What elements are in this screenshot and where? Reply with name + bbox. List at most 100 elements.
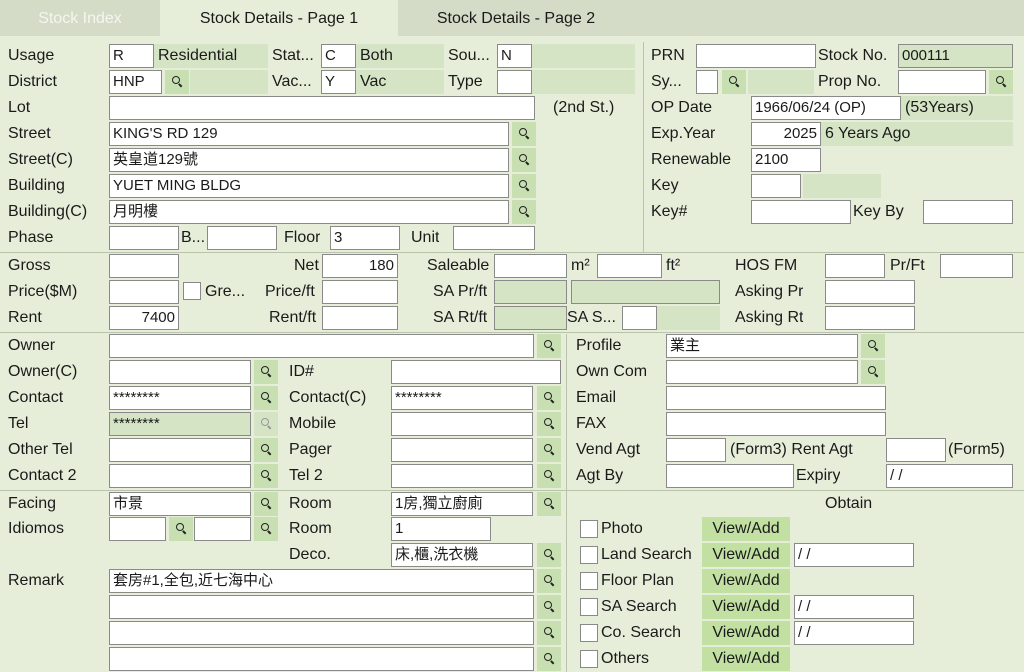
usage-input[interactable]: R: [109, 44, 154, 68]
pager-input[interactable]: [391, 438, 533, 462]
rent-ft-input[interactable]: [322, 306, 398, 330]
contact-2-search-icon[interactable]: [254, 464, 278, 488]
contact-search-icon[interactable]: [254, 386, 278, 410]
facing-search-icon[interactable]: [254, 492, 278, 516]
rent-input[interactable]: 7400: [109, 306, 179, 330]
profile-search-icon[interactable]: [861, 334, 885, 358]
contact-c-input[interactable]: ********: [391, 386, 533, 410]
land-search-date-input[interactable]: / /: [794, 543, 914, 567]
other-tel-input[interactable]: [109, 438, 251, 462]
room-count-input[interactable]: 1: [391, 517, 491, 541]
fax-input[interactable]: [666, 412, 886, 436]
co-search-date-input[interactable]: / /: [794, 621, 914, 645]
tab-stock-details-page-2[interactable]: Stock Details - Page 2: [398, 0, 634, 36]
floor-plan-checkbox[interactable]: [580, 572, 598, 590]
remark-line-3[interactable]: [109, 621, 534, 645]
building-c-input[interactable]: 月明樓: [109, 200, 509, 224]
hos-fm-input[interactable]: [825, 254, 885, 278]
idiomos-2-search-icon[interactable]: [254, 517, 278, 541]
street-c-search-icon[interactable]: [512, 148, 536, 172]
street-input[interactable]: KING'S RD 129: [109, 122, 509, 146]
contact-2-input[interactable]: [109, 464, 251, 488]
room-input[interactable]: 1房,獨立廚廁: [391, 492, 533, 516]
price-input[interactable]: [109, 280, 179, 304]
net-input[interactable]: 180: [322, 254, 398, 278]
prop-no-search-icon[interactable]: [989, 70, 1013, 94]
pr-ft-input[interactable]: [940, 254, 1013, 278]
sa-search-checkbox[interactable]: [580, 598, 598, 616]
sy-input[interactable]: [696, 70, 718, 94]
street-search-icon[interactable]: [512, 122, 536, 146]
saleable-ft2-input[interactable]: [597, 254, 662, 278]
remark-2-search-icon[interactable]: [537, 595, 561, 619]
mobile-input[interactable]: [391, 412, 533, 436]
prop-no-input[interactable]: [898, 70, 986, 94]
district-input[interactable]: HNP: [109, 70, 162, 94]
floor-input[interactable]: 3: [330, 226, 400, 250]
exp-year-input[interactable]: 2025: [751, 122, 821, 146]
idiomos-search-icon[interactable]: [169, 517, 193, 541]
others-view-add-button[interactable]: View/Add: [702, 647, 790, 671]
others-checkbox[interactable]: [580, 650, 598, 668]
tel-2-search-icon[interactable]: [537, 464, 561, 488]
sou-input[interactable]: N: [497, 44, 532, 68]
contact-input[interactable]: ********: [109, 386, 251, 410]
tab-stock-details-page-1[interactable]: Stock Details - Page 1: [160, 0, 398, 36]
remark-3-search-icon[interactable]: [537, 621, 561, 645]
deco-search-icon[interactable]: [537, 543, 561, 567]
profile-input[interactable]: 業主: [666, 334, 858, 358]
idiomos-input-2[interactable]: [194, 517, 251, 541]
district-search-icon[interactable]: [165, 70, 189, 94]
pager-search-icon[interactable]: [537, 438, 561, 462]
key-input[interactable]: [751, 174, 801, 198]
vac-input[interactable]: Y: [321, 70, 356, 94]
renewable-input[interactable]: 2100: [751, 148, 821, 172]
remark-line-1[interactable]: 套房#1,全包,近七海中心: [109, 569, 534, 593]
co-search-checkbox[interactable]: [580, 624, 598, 642]
tab-stock-index[interactable]: Stock Index: [0, 0, 160, 36]
sa-s-input[interactable]: [622, 306, 657, 330]
street-c-input[interactable]: 英皇道129號: [109, 148, 509, 172]
vend-agt-input[interactable]: [666, 438, 726, 462]
room-search-icon[interactable]: [537, 492, 561, 516]
expiry-input[interactable]: / /: [886, 464, 1013, 488]
green-form-checkbox[interactable]: [183, 282, 201, 300]
photo-checkbox[interactable]: [580, 520, 598, 538]
own-com-input[interactable]: [666, 360, 858, 384]
sa-search-view-add-button[interactable]: View/Add: [702, 595, 790, 619]
unit-input[interactable]: [453, 226, 535, 250]
idiomos-input[interactable]: [109, 517, 166, 541]
own-com-search-icon[interactable]: [861, 360, 885, 384]
land-search-view-add-button[interactable]: View/Add: [702, 543, 790, 567]
lot-input[interactable]: [109, 96, 535, 120]
agt-by-input[interactable]: [666, 464, 794, 488]
price-ft-input[interactable]: [322, 280, 398, 304]
op-date-input[interactable]: 1966/06/24 (OP): [751, 96, 901, 120]
owner-input[interactable]: [109, 334, 534, 358]
gross-input[interactable]: [109, 254, 179, 278]
sa-search-date-input[interactable]: / /: [794, 595, 914, 619]
saleable-m2-input[interactable]: [494, 254, 567, 278]
deco-input[interactable]: 床,櫃,洗衣機: [391, 543, 533, 567]
mobile-search-icon[interactable]: [537, 412, 561, 436]
stat-input[interactable]: C: [321, 44, 356, 68]
sy-search-icon[interactable]: [722, 70, 746, 94]
key-no-input[interactable]: [751, 200, 851, 224]
email-input[interactable]: [666, 386, 886, 410]
owner-c-search-icon[interactable]: [254, 360, 278, 384]
prn-input[interactable]: [696, 44, 816, 68]
facing-input[interactable]: 市景: [109, 492, 251, 516]
tel-2-input[interactable]: [391, 464, 533, 488]
rent-agt-input[interactable]: [886, 438, 946, 462]
asking-pr-input[interactable]: [825, 280, 915, 304]
phase-input[interactable]: [109, 226, 179, 250]
asking-rt-input[interactable]: [825, 306, 915, 330]
key-by-input[interactable]: [923, 200, 1013, 224]
owner-search-icon[interactable]: [537, 334, 561, 358]
type-input[interactable]: [497, 70, 532, 94]
contact-c-search-icon[interactable]: [537, 386, 561, 410]
co-search-view-add-button[interactable]: View/Add: [702, 621, 790, 645]
building-search-icon[interactable]: [512, 174, 536, 198]
remark-1-search-icon[interactable]: [537, 569, 561, 593]
building-input[interactable]: YUET MING BLDG: [109, 174, 509, 198]
